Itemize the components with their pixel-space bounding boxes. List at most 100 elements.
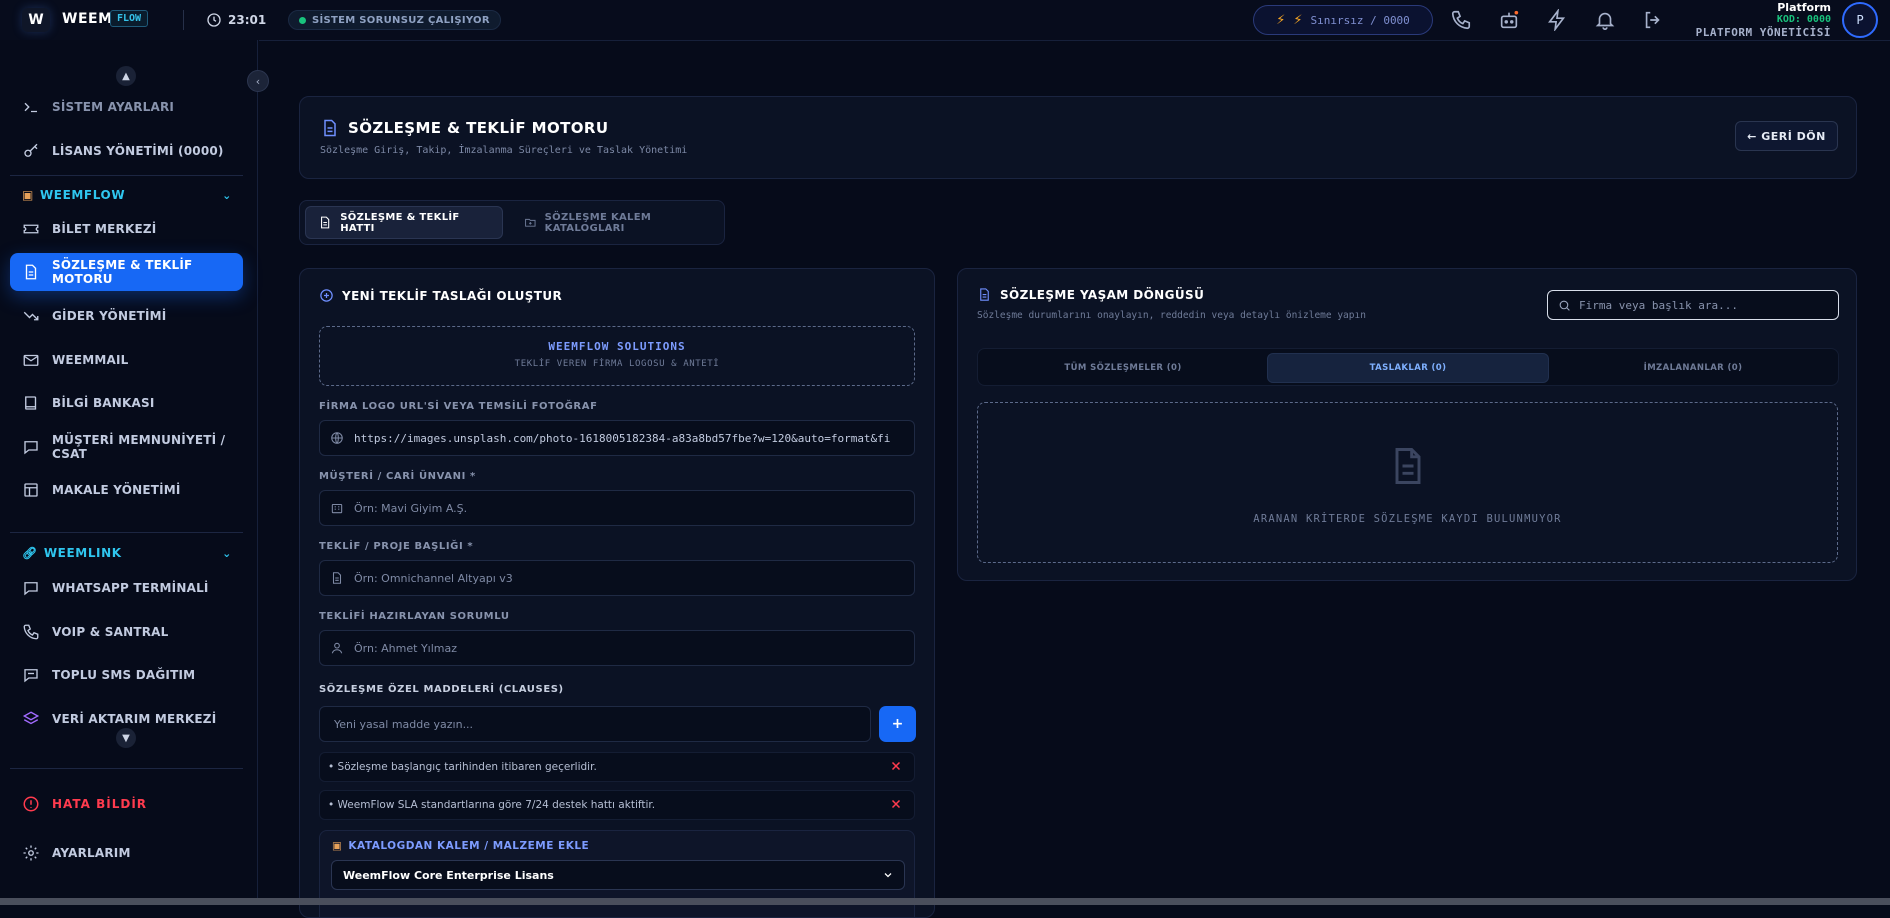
sidebar-item-voip[interactable]: VOIP & SANTRAL [10,613,243,651]
clock: 23:01 [206,12,266,28]
app-logo[interactable]: W [22,8,50,32]
clause-text: • Sözleşme başlangıç tarihinden itibaren… [328,761,597,773]
sidebar-item-label: VOIP & SANTRAL [52,625,169,639]
logo-url-label: FİRMA LOGO URL'Sİ VEYA TEMSİLİ FOTOĞRAF [319,401,598,412]
mail-icon [23,354,39,366]
customer-placeholder: Örn: Mavi Giyim A.Ş. [354,501,468,515]
avatar[interactable]: P [1842,2,1878,38]
project-title-input[interactable]: Örn: Omnichannel Altyapı v3 [319,560,915,596]
report-error-label: HATA BİLDİR [52,797,148,811]
ticket-icon [23,224,39,234]
owner-placeholder: Örn: Ahmet Yılmaz [354,641,458,655]
sidebar-item-my-settings[interactable]: AYARLARIM [10,834,243,872]
chat-icon [24,582,38,596]
page-header: SÖZLEŞME & TEKLİF MOTORU Sözleşme Giriş,… [299,96,1857,179]
page-subtitle: Sözleşme Giriş, Takip, İmzalanma Süreçle… [320,145,688,156]
close-icon[interactable] [890,798,902,810]
back-button[interactable]: ← GERİ DÖN [1735,121,1838,151]
bell-icon[interactable] [1594,9,1616,31]
sidebar-divider [10,175,243,176]
search-input[interactable]: Firma veya başlık ara... [1547,290,1839,320]
clause-text: • WeemFlow SLA standartlarına göre 7/24 … [328,799,656,811]
sidebar-item-articles[interactable]: MAKALE YÖNETİMİ [10,471,243,509]
sidebar-item-label: BİLET MERKEZİ [52,222,157,236]
sidebar-item-system-settings[interactable]: SİSTEM AYARLARI [10,88,243,126]
sidebar-item-label: SİSTEM AYARLARI [52,100,175,114]
tab-item-catalogs[interactable]: SÖZLEŞME KALEM KATALOGLARI [512,206,717,239]
sidebar-item-whatsapp[interactable]: WHATSAPP TERMİNALİ [10,569,243,607]
catalog-title-label: KATALOGDAN KALEM / MALZEME EKLE [348,840,590,852]
tab-all-contracts[interactable]: TÜM SÖZLEŞMELER (0) [982,353,1264,383]
sidebar-item-label: AYARLARIM [52,846,131,860]
package-icon: ▣ [332,840,343,852]
document-icon [25,264,37,280]
lifecycle-tab-bar: TÜM SÖZLEŞMELER (0) TASLAKLAR (0) İMZALA… [977,348,1839,386]
company-name: WEEMFLOW SOLUTIONS [548,340,686,353]
key-icon [24,143,38,157]
system-status-badge: SİSTEM SORUNSUZ ÇALIŞIYOR [288,10,501,30]
logout-icon[interactable] [1642,9,1664,31]
bolt-icon: ⚡ [1293,12,1303,28]
close-icon[interactable] [890,760,902,772]
customer-input[interactable]: Örn: Mavi Giyim A.Ş. [319,490,915,526]
trend-down-icon [23,311,39,321]
main-content: SÖZLEŞME & TEKLİF MOTORU Sözleşme Giriş,… [259,40,1890,918]
tab-label: SÖZLEŞME & TEKLİF HATTI [340,211,460,234]
report-error-button[interactable]: HATA BİLDİR [10,785,243,823]
clock-time: 23:01 [228,13,267,27]
section-header-weemlink[interactable]: 🔗︎ WEEMLINK ⌄ [22,546,232,560]
catalog-title: ▣ KATALOGDAN KALEM / MALZEME EKLE [332,840,589,852]
section-header-weemflow[interactable]: ▣ WEEMFLOW ⌄ [22,188,232,202]
project-title-placeholder: Örn: Omnichannel Altyapı v3 [354,571,513,585]
catalog-selected-value: WeemFlow Core Enterprise Lisans [343,868,554,882]
sidebar-item-sms[interactable]: TOPLU SMS DAĞITIM [10,656,243,694]
contract-lifecycle-panel: SÖZLEŞME YAŞAM DÖNGÜSÜ Sözleşme durumlar… [957,268,1857,581]
bolt-icon[interactable] [1546,9,1568,31]
sidebar-item-license[interactable]: LİSANS YÖNETİMİ (0000) [10,132,243,170]
sidebar-item-contract-engine[interactable]: SÖZLEŞME & TEKLİF MOTORU [10,253,243,291]
folder-plus-icon [525,218,536,227]
new-draft-form: YENİ TEKLİF TASLAĞI OLUŞTUR WEEMFLOW SOL… [299,268,935,918]
alert-icon [23,796,39,812]
logo-url-input[interactable]: https://images.unsplash.com/photo-161800… [319,420,915,456]
sidebar: ▲ SİSTEM AYARLARI LİSANS YÖNETİMİ (0000)… [0,40,258,905]
list-item: • WeemFlow SLA standartlarına göre 7/24 … [319,790,915,820]
credit-badge[interactable]: ⚡ ⚡ Sınırsız / 0000 [1253,5,1433,35]
sidebar-item-label: TOPLU SMS DAĞITIM [52,668,196,682]
sidebar-item-csat[interactable]: MÜŞTERİ MEMNUNİYETİ / CSAT [10,428,243,466]
tab-signed[interactable]: İMZALANANLAR (0) [1552,353,1834,383]
clause-input[interactable]: Yeni yasal madde yazın... [319,706,871,742]
empty-state: ARANAN KRİTERDE SÖZLEŞME KAYDI BULUNMUYO… [977,402,1838,563]
sidebar-collapse-button[interactable]: ‹ [247,70,269,92]
sidebar-item-weemmail[interactable]: WEEMMAIL [10,341,243,379]
scroll-down-button[interactable]: ▼ [116,728,136,748]
catalog-item-select[interactable]: WeemFlow Core Enterprise Lisans [331,860,905,890]
phone-icon[interactable] [1450,9,1472,31]
project-title-label: TEKLİF / PROJE BAŞLIĞI * [319,541,474,552]
tab-contract-pipeline[interactable]: SÖZLEŞME & TEKLİF HATTI [305,206,503,239]
user-icon [331,642,343,654]
robot-icon[interactable] [1498,9,1520,31]
owner-input[interactable]: Örn: Ahmet Yılmaz [319,630,915,666]
add-clause-button[interactable]: + [879,706,916,742]
logo-url-value: https://images.unsplash.com/photo-161800… [354,431,891,445]
brand-name: WEEM [62,11,113,27]
scroll-up-button[interactable]: ▲ [116,66,136,86]
company-letterhead-preview[interactable]: WEEMFLOW SOLUTIONS TEKLİF VEREN FİRMA LO… [319,326,915,386]
package-icon: ▣ [22,188,34,202]
sidebar-item-label: WHATSAPP TERMİNALİ [52,581,209,595]
sidebar-item-label: MÜŞTERİ MEMNUNİYETİ / CSAT [52,433,226,461]
lifecycle-title: SÖZLEŞME YAŞAM DÖNGÜSÜ [977,287,1204,302]
tab-label: SÖZLEŞME KALEM KATALOGLARI [544,211,652,234]
chevron-down-icon: ⌄ [222,546,232,560]
sidebar-item-knowledge-base[interactable]: BİLGİ BANKASI [10,384,243,422]
document-icon [321,216,330,229]
tab-drafts[interactable]: TASLAKLAR (0) [1267,353,1549,383]
sidebar-item-ticket-center[interactable]: BİLET MERKEZİ [10,210,243,248]
sidebar-item-expense[interactable]: GİDER YÖNETİMİ [10,297,243,335]
sidebar-item-label: BİLGİ BANKASI [52,396,155,410]
form-title-label: YENİ TEKLİF TASLAĞI OLUŞTUR [342,288,563,303]
status-text: SİSTEM SORUNSUZ ÇALIŞIYOR [312,14,490,26]
sidebar-item-label: LİSANS YÖNETİMİ (0000) [52,144,224,158]
window-bottom-edge [0,898,1890,905]
